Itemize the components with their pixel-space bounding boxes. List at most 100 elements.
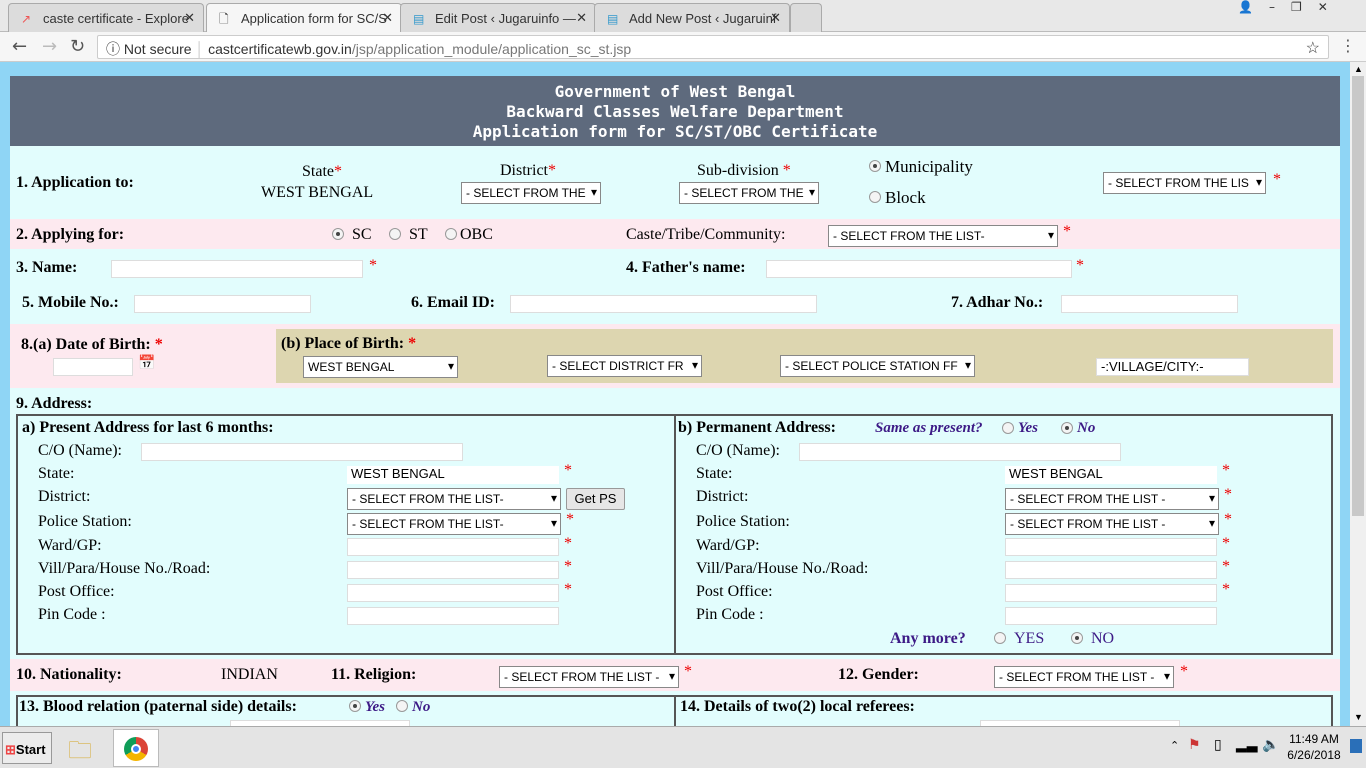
file-explorer-icon[interactable]: 🗀	[68, 733, 104, 765]
url-input[interactable]: ⓘ Not secure │ castcertificatewb.gov.in/…	[97, 35, 1329, 59]
close-tab-icon[interactable]: ✕	[382, 10, 393, 26]
restore-icon[interactable]: ❐	[1291, 0, 1302, 14]
birth-state-select[interactable]: WEST BENGAL	[303, 356, 458, 378]
back-icon[interactable]: ←	[12, 36, 27, 57]
present-ps-select[interactable]: - SELECT FROM THE LIST-	[347, 513, 561, 535]
district-select[interactable]: - SELECT FROM THE	[461, 182, 601, 204]
same-yes-radio[interactable]	[1002, 422, 1014, 434]
url-path: /jsp/application_module/application_sc_s…	[351, 41, 632, 57]
new-tab-button[interactable]	[790, 3, 822, 32]
window-controls[interactable]: 👤 – ❐ ✕	[1238, 0, 1358, 18]
municipality-select[interactable]: - SELECT FROM THE LIS	[1103, 172, 1266, 194]
present-co-input[interactable]	[141, 443, 463, 461]
close-tab-icon[interactable]: ✕	[770, 10, 781, 26]
present-district-label: District:	[38, 488, 91, 505]
name-input[interactable]	[111, 260, 363, 278]
tab-application-form[interactable]: 🗋 Application form for SC/S ✕	[206, 3, 402, 33]
caste-select[interactable]: - SELECT FROM THE LIST-	[828, 225, 1058, 247]
blood-no-radio[interactable]	[396, 700, 408, 712]
subdivision-select[interactable]: - SELECT FROM THE	[679, 182, 819, 204]
municipality-radio[interactable]	[869, 160, 881, 172]
perm-ward-input[interactable]	[1005, 538, 1217, 556]
scroll-thumb[interactable]	[1352, 76, 1364, 516]
tab-edit-post[interactable]: ▤ Edit Post ‹ Jugaruinfo — ✕	[400, 3, 596, 32]
get-ps-button[interactable]: Get PS	[566, 488, 625, 510]
any-more-yes-radio[interactable]	[994, 632, 1006, 644]
tab-title: Add New Post ‹ Jugaruinf	[629, 11, 777, 26]
scroll-down-icon[interactable]: ▼	[1354, 712, 1363, 722]
perm-ps-select[interactable]: - SELECT FROM THE LIST -	[1005, 513, 1219, 535]
dob-input[interactable]	[53, 358, 133, 376]
village-city-input[interactable]: -:VILLAGE/CITY:-	[1096, 358, 1249, 376]
menu-icon[interactable]: ⋮	[1340, 36, 1356, 55]
security-status[interactable]: Not secure	[124, 41, 192, 57]
present-state-input[interactable]: WEST BENGAL	[347, 466, 559, 484]
chrome-taskbar-button[interactable]	[113, 729, 159, 767]
bookmark-star-icon[interactable]: ☆	[1306, 38, 1320, 58]
required-marker: *	[1224, 511, 1232, 528]
volume-icon[interactable]: 🔈	[1262, 737, 1279, 754]
father-name-input[interactable]	[766, 260, 1072, 278]
info-icon[interactable]: ⓘ	[106, 41, 120, 57]
block-radio[interactable]	[869, 191, 881, 203]
present-ward-input[interactable]	[347, 538, 559, 556]
close-tab-icon[interactable]: ✕	[184, 10, 195, 26]
gender-select[interactable]: - SELECT FROM THE LIST -	[994, 666, 1174, 688]
show-hidden-icons[interactable]: ⌃	[1170, 739, 1179, 752]
present-pin-input[interactable]	[347, 607, 559, 625]
perm-vill-input[interactable]	[1005, 561, 1217, 579]
st-label: ST	[409, 226, 428, 243]
obc-radio[interactable]	[445, 228, 457, 240]
tab-add-new-post[interactable]: ▤ Add New Post ‹ Jugaruinf ✕	[594, 3, 790, 32]
perm-state-input[interactable]: WEST BENGAL	[1005, 466, 1217, 484]
religion-select[interactable]: - SELECT FROM THE LIST -	[499, 666, 679, 688]
any-more-no-radio[interactable]	[1071, 632, 1083, 644]
adhar-input[interactable]	[1061, 295, 1238, 313]
blood-yes-radio[interactable]	[349, 700, 361, 712]
perm-ward-label: Ward/GP:	[696, 537, 760, 554]
start-button[interactable]: ⊞Start	[2, 732, 52, 764]
tab-caste-certificate[interactable]: ↗ caste certificate - Explore ✕	[8, 3, 204, 32]
page-viewport: Government of West Bengal Backward Class…	[0, 62, 1350, 726]
same-no-radio[interactable]	[1061, 422, 1073, 434]
calendar-icon[interactable]: 📅	[138, 355, 155, 372]
close-window-icon[interactable]: ✕	[1318, 0, 1328, 14]
gender-label: 12. Gender:	[838, 666, 919, 683]
flag-icon[interactable]: ⚑	[1188, 737, 1201, 754]
perm-pin-input[interactable]	[1005, 607, 1217, 625]
clock[interactable]: 11:49 AM 6/26/2018	[1284, 731, 1344, 763]
present-vill-input[interactable]	[347, 561, 559, 579]
network-icon[interactable]: ▂▃	[1236, 737, 1258, 754]
email-input[interactable]	[510, 295, 817, 313]
st-radio[interactable]	[389, 228, 401, 240]
birth-district-select[interactable]: - SELECT DISTRICT FR	[547, 355, 702, 377]
required-marker: *	[1222, 535, 1230, 552]
reload-icon[interactable]: ↻	[70, 36, 85, 57]
perm-pin-label: Pin Code :	[696, 606, 764, 623]
user-icon[interactable]: 👤	[1238, 0, 1253, 14]
pob-label-text: (b) Place of Birth:	[281, 335, 405, 352]
birth-police-station-select[interactable]: - SELECT POLICE STATION FF	[780, 355, 975, 377]
perm-po-input[interactable]	[1005, 584, 1217, 602]
perm-co-input[interactable]	[799, 443, 1121, 461]
present-po-input[interactable]	[347, 584, 559, 602]
present-district-select[interactable]: - SELECT FROM THE LIST-	[347, 488, 561, 510]
battery-icon[interactable]: ▯	[1214, 737, 1222, 754]
minimize-icon[interactable]: –	[1269, 0, 1275, 14]
site-icon: ▤	[607, 12, 619, 26]
scroll-up-icon[interactable]: ▲	[1354, 64, 1363, 74]
dob-label-text: 8.(a) Date of Birth:	[21, 336, 151, 353]
sc-radio[interactable]	[332, 228, 344, 240]
mobile-input[interactable]	[134, 295, 311, 313]
present-ps-label: Police Station:	[38, 513, 132, 530]
present-pin-label: Pin Code :	[38, 606, 106, 623]
forward-icon[interactable]: →	[42, 36, 57, 57]
start-label: Start	[15, 742, 46, 757]
time: 11:49 AM	[1289, 732, 1339, 746]
perm-district-select[interactable]: - SELECT FROM THE LIST -	[1005, 488, 1219, 510]
close-tab-icon[interactable]: ✕	[576, 10, 587, 26]
applying-for-label: 2. Applying for:	[16, 226, 125, 243]
show-desktop-button[interactable]	[1350, 739, 1362, 753]
vertical-scrollbar[interactable]: ▲ ▼	[1350, 62, 1366, 726]
state-value: WEST BENGAL	[261, 184, 374, 201]
